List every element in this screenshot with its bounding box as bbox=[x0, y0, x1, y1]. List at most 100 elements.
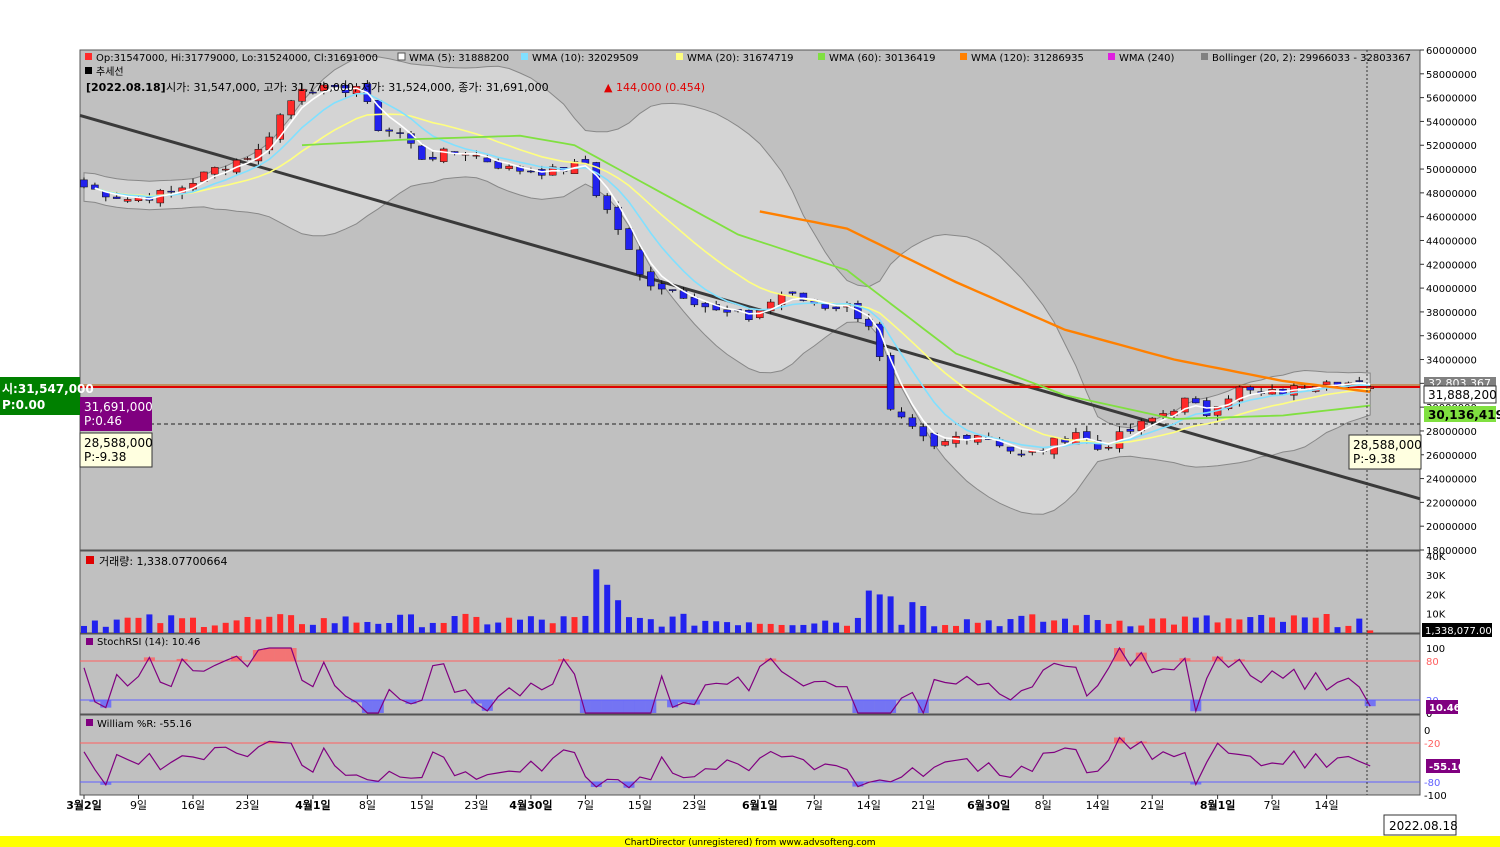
volume-tick-label: 40K bbox=[1426, 552, 1446, 563]
volume-bar bbox=[745, 622, 752, 633]
ohlc-swatch bbox=[85, 53, 92, 60]
info-values: 시가: 31,547,000, 고가: 31,779,000, 저가: 31,5… bbox=[166, 81, 549, 94]
volume-bar bbox=[408, 614, 414, 633]
volume-bar bbox=[386, 623, 393, 633]
x-tick-label: 8월1일 bbox=[1200, 798, 1236, 812]
williams-tick-label: -80 bbox=[1424, 778, 1440, 789]
volume-bar bbox=[931, 626, 938, 633]
stoch-tick-label: 80 bbox=[1426, 657, 1439, 668]
candle-body bbox=[439, 148, 448, 162]
price-tick-label: 60000000 bbox=[1426, 46, 1477, 57]
volume-bar bbox=[1040, 621, 1047, 633]
volume-bar bbox=[626, 617, 632, 633]
volume-bar bbox=[844, 625, 850, 633]
volume-bar bbox=[1356, 618, 1363, 633]
volume-bar bbox=[865, 590, 872, 633]
volume-bar bbox=[1094, 620, 1101, 633]
level-right-p: P:-9.38 bbox=[1353, 452, 1395, 466]
x-tick-label: 7일 bbox=[806, 798, 823, 812]
candle-body bbox=[527, 170, 535, 173]
stochrsi-panel bbox=[79, 633, 1421, 715]
volume-bar bbox=[495, 622, 502, 633]
volume-header: 거래량: 1,338.07700664 bbox=[99, 555, 228, 568]
volume-bar bbox=[647, 619, 654, 633]
volume-bar bbox=[549, 623, 556, 633]
volume-bar bbox=[669, 616, 676, 633]
candle-body bbox=[1148, 417, 1156, 422]
info-line: [2022.08.18] 시가: 31,547,000, 고가: 31,779,… bbox=[86, 81, 705, 94]
volume-bar bbox=[200, 627, 207, 633]
candle-body bbox=[919, 426, 928, 437]
legend-wma120: WMA (120): 31286935 bbox=[971, 53, 1084, 64]
x-tick-label: 6월1일 bbox=[742, 798, 778, 812]
x-tick-label: 8일 bbox=[1035, 798, 1052, 812]
price-tick-label: 24000000 bbox=[1426, 475, 1477, 486]
volume-bar bbox=[473, 616, 480, 633]
candle-body bbox=[875, 323, 884, 357]
volume-bar bbox=[309, 624, 316, 633]
volume-bar bbox=[560, 616, 567, 633]
stoch-label: 10.46 bbox=[1429, 703, 1461, 714]
volume-bar bbox=[1192, 617, 1199, 633]
candle-body bbox=[211, 167, 219, 175]
volume-bar bbox=[1062, 618, 1068, 633]
volume-bar bbox=[484, 624, 491, 633]
candle-body bbox=[1192, 398, 1200, 404]
volume-bar bbox=[702, 620, 709, 633]
volume-bar bbox=[778, 624, 785, 633]
legend-wma60: WMA (60): 30136419 bbox=[829, 53, 936, 64]
price-tick-label: 52000000 bbox=[1426, 141, 1477, 152]
stoch-oversold-fill bbox=[372, 700, 384, 713]
volume-bar bbox=[146, 614, 153, 633]
volume-bar bbox=[767, 623, 774, 633]
wma120-swatch bbox=[960, 53, 967, 60]
price-tick-label: 48000000 bbox=[1426, 189, 1477, 200]
price-tick-label: 58000000 bbox=[1426, 70, 1477, 81]
volume-bar bbox=[996, 626, 1003, 633]
volume-bar bbox=[604, 584, 611, 633]
volume-bar bbox=[288, 615, 295, 633]
williams-label: -55.16 bbox=[1429, 762, 1465, 773]
stoch-oversold-fill bbox=[852, 700, 864, 713]
volume-bar bbox=[1127, 626, 1134, 633]
volume-bar bbox=[81, 625, 87, 633]
date-box-label: 2022.08.18 bbox=[1389, 819, 1458, 833]
legend-wma5: WMA (5): 31888200 bbox=[409, 53, 509, 64]
candle-body bbox=[385, 129, 393, 132]
volume-bar bbox=[811, 623, 818, 633]
volume-tick-label: 10K bbox=[1426, 610, 1446, 621]
volume-bar bbox=[920, 606, 927, 633]
stoch-oversold-fill bbox=[361, 700, 373, 713]
volume-bar bbox=[1345, 625, 1352, 633]
volume-swatch bbox=[86, 556, 94, 564]
candle-body bbox=[1126, 428, 1135, 432]
volume-bar bbox=[157, 623, 164, 633]
volume-bar bbox=[91, 620, 98, 633]
x-tick-label: 16일 bbox=[181, 798, 205, 812]
close-label: 31,691,000 bbox=[84, 400, 153, 414]
x-tick-label: 9일 bbox=[130, 798, 147, 812]
price-tick-label: 34000000 bbox=[1426, 356, 1477, 367]
volume-bar bbox=[756, 623, 763, 633]
candle-body bbox=[167, 190, 175, 193]
volume-bar bbox=[1083, 614, 1090, 633]
volume-bar bbox=[277, 614, 284, 633]
williams-tick-label: -100 bbox=[1424, 791, 1447, 802]
volume-bar bbox=[1072, 625, 1079, 633]
x-tick-label: 14일 bbox=[1315, 798, 1339, 812]
legend-bollinger: Bollinger (20, 2): 29966033 - 32803367 bbox=[1212, 53, 1411, 64]
price-tick-label: 28000000 bbox=[1426, 427, 1477, 438]
volume-bar bbox=[615, 600, 622, 633]
candle-body bbox=[668, 289, 677, 291]
volume-bar bbox=[462, 613, 469, 633]
volume-bar bbox=[353, 622, 360, 633]
info-date: [2022.08.18] bbox=[86, 81, 166, 94]
volume-bar bbox=[571, 617, 578, 633]
open-label: 시:31,547,000 bbox=[2, 382, 94, 396]
volume-label: 1,338,077.00 bbox=[1425, 626, 1492, 637]
volume-bar bbox=[735, 625, 741, 633]
volume-bar bbox=[1051, 620, 1058, 633]
volume-bar bbox=[582, 615, 589, 633]
volume-bar bbox=[1029, 614, 1036, 633]
legend-wma240: WMA (240) bbox=[1119, 53, 1175, 64]
